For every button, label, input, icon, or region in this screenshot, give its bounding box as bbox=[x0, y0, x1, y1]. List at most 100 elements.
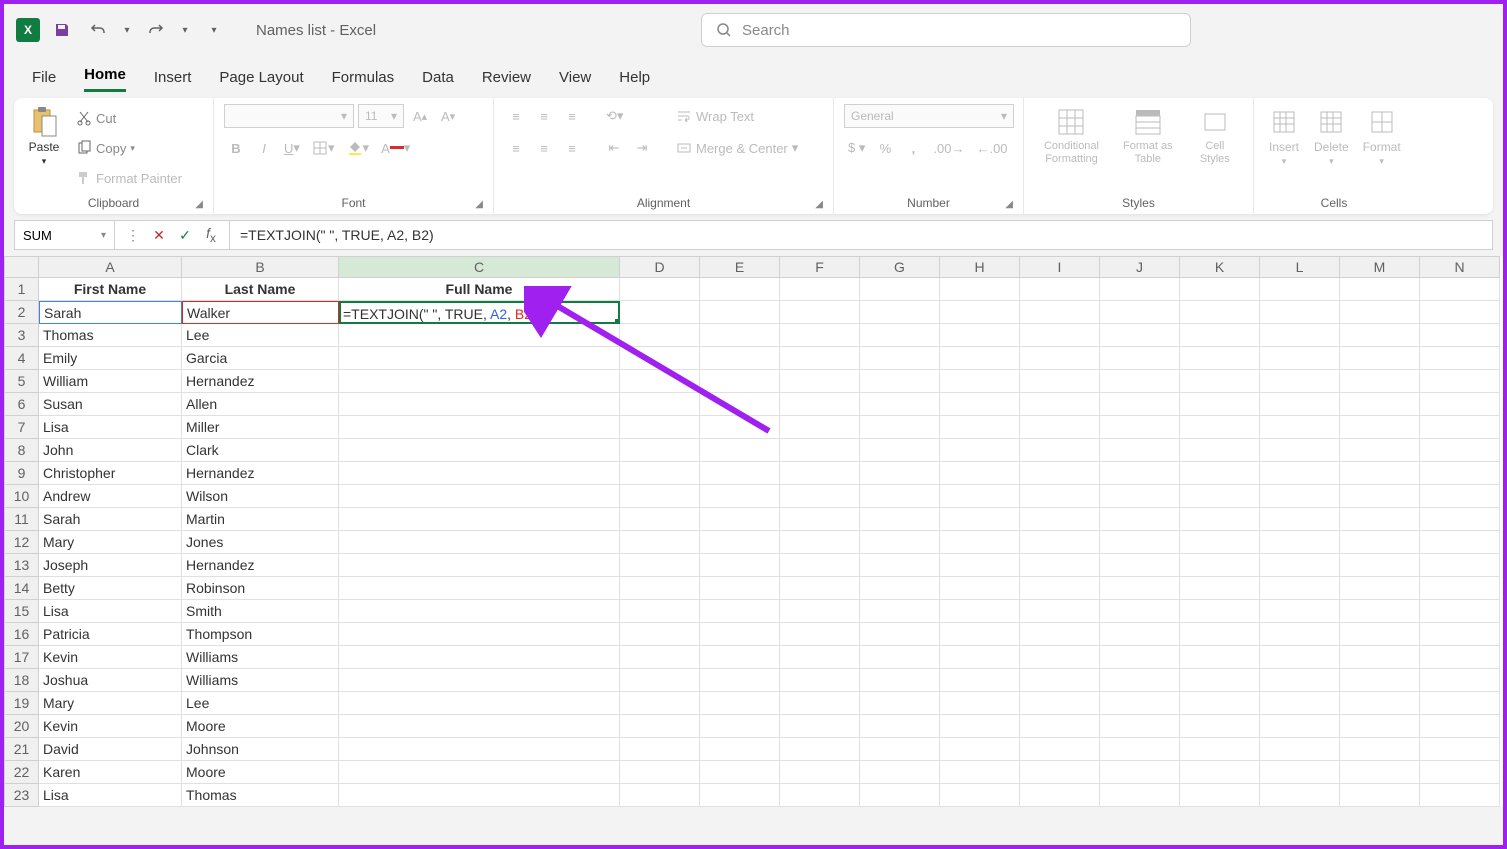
cell-K6[interactable] bbox=[1180, 393, 1260, 416]
row-header[interactable]: 11 bbox=[4, 508, 39, 531]
cell-C2[interactable]: =TEXTJOIN(" ", TRUE, A2, B2) bbox=[339, 301, 620, 324]
cell-J14[interactable] bbox=[1100, 577, 1180, 600]
cell-I21[interactable] bbox=[1020, 738, 1100, 761]
formula-input[interactable]: =TEXTJOIN(" ", TRUE, A2, B2) bbox=[230, 227, 1492, 243]
cell-I20[interactable] bbox=[1020, 715, 1100, 738]
cell-I12[interactable] bbox=[1020, 531, 1100, 554]
cell-C23[interactable] bbox=[339, 784, 620, 807]
align-middle-button[interactable]: ≡ bbox=[532, 104, 556, 128]
cell-B13[interactable]: Hernandez bbox=[182, 554, 339, 577]
tab-file[interactable]: File bbox=[32, 69, 56, 92]
cell-G14[interactable] bbox=[860, 577, 940, 600]
cell-C18[interactable] bbox=[339, 669, 620, 692]
font-name-combo[interactable]: ▾ bbox=[224, 104, 354, 128]
cell-D19[interactable] bbox=[620, 692, 700, 715]
cell-N9[interactable] bbox=[1420, 462, 1500, 485]
col-header-e[interactable]: E bbox=[700, 256, 780, 278]
paste-button[interactable]: Paste ▾ bbox=[24, 104, 64, 169]
cell-G11[interactable] bbox=[860, 508, 940, 531]
cell-L21[interactable] bbox=[1260, 738, 1340, 761]
cell-M9[interactable] bbox=[1340, 462, 1420, 485]
cell-J12[interactable] bbox=[1100, 531, 1180, 554]
cell-G9[interactable] bbox=[860, 462, 940, 485]
cell-J20[interactable] bbox=[1100, 715, 1180, 738]
cell-M7[interactable] bbox=[1340, 416, 1420, 439]
cell-C3[interactable] bbox=[339, 324, 620, 347]
cell-I16[interactable] bbox=[1020, 623, 1100, 646]
cell-H4[interactable] bbox=[940, 347, 1020, 370]
decrease-decimal-button[interactable]: ←.00 bbox=[972, 136, 1011, 160]
cell-I8[interactable] bbox=[1020, 439, 1100, 462]
name-box[interactable]: SUM▾ bbox=[15, 221, 115, 249]
cell-E8[interactable] bbox=[700, 439, 780, 462]
cell-K1[interactable] bbox=[1180, 278, 1260, 301]
accounting-button[interactable]: $ ▾ bbox=[844, 136, 869, 160]
cell-K22[interactable] bbox=[1180, 761, 1260, 784]
tab-help[interactable]: Help bbox=[619, 69, 650, 92]
cell-I3[interactable] bbox=[1020, 324, 1100, 347]
cell-K7[interactable] bbox=[1180, 416, 1260, 439]
col-header-m[interactable]: M bbox=[1340, 256, 1420, 278]
cell-L4[interactable] bbox=[1260, 347, 1340, 370]
cell-E11[interactable] bbox=[700, 508, 780, 531]
cell-B21[interactable]: Johnson bbox=[182, 738, 339, 761]
cell-C21[interactable] bbox=[339, 738, 620, 761]
cell-B6[interactable]: Allen bbox=[182, 393, 339, 416]
cell-G6[interactable] bbox=[860, 393, 940, 416]
cell-J19[interactable] bbox=[1100, 692, 1180, 715]
cell-A3[interactable]: Thomas bbox=[39, 324, 182, 347]
cell-M13[interactable] bbox=[1340, 554, 1420, 577]
cell-A17[interactable]: Kevin bbox=[39, 646, 182, 669]
cell-C13[interactable] bbox=[339, 554, 620, 577]
cell-A21[interactable]: David bbox=[39, 738, 182, 761]
cell-I15[interactable] bbox=[1020, 600, 1100, 623]
cell-G10[interactable] bbox=[860, 485, 940, 508]
row-header[interactable]: 18 bbox=[4, 669, 39, 692]
cell-N23[interactable] bbox=[1420, 784, 1500, 807]
cell-G20[interactable] bbox=[860, 715, 940, 738]
cell-H18[interactable] bbox=[940, 669, 1020, 692]
cell-F11[interactable] bbox=[780, 508, 860, 531]
cell-A23[interactable]: Lisa bbox=[39, 784, 182, 807]
cell-A19[interactable]: Mary bbox=[39, 692, 182, 715]
cell-L13[interactable] bbox=[1260, 554, 1340, 577]
cell-I9[interactable] bbox=[1020, 462, 1100, 485]
clipboard-launcher[interactable]: ◢ bbox=[195, 199, 203, 210]
cell-E9[interactable] bbox=[700, 462, 780, 485]
cell-B11[interactable]: Martin bbox=[182, 508, 339, 531]
tab-review[interactable]: Review bbox=[482, 69, 531, 92]
fill-color-button[interactable]: ▾ bbox=[343, 136, 374, 160]
cell-A14[interactable]: Betty bbox=[39, 577, 182, 600]
cell-N3[interactable] bbox=[1420, 324, 1500, 347]
wrap-text-button[interactable]: Wrap Text bbox=[670, 104, 804, 128]
cell-H7[interactable] bbox=[940, 416, 1020, 439]
search-input[interactable]: Search bbox=[701, 13, 1191, 47]
cell-H6[interactable] bbox=[940, 393, 1020, 416]
cell-H5[interactable] bbox=[940, 370, 1020, 393]
cell-F9[interactable] bbox=[780, 462, 860, 485]
cell-J1[interactable] bbox=[1100, 278, 1180, 301]
cell-D21[interactable] bbox=[620, 738, 700, 761]
cell-L2[interactable] bbox=[1260, 301, 1340, 324]
cell-B16[interactable]: Thompson bbox=[182, 623, 339, 646]
cell-M10[interactable] bbox=[1340, 485, 1420, 508]
cell-L7[interactable] bbox=[1260, 416, 1340, 439]
cell-I5[interactable] bbox=[1020, 370, 1100, 393]
cell-F3[interactable] bbox=[780, 324, 860, 347]
cell-M20[interactable] bbox=[1340, 715, 1420, 738]
cell-B8[interactable]: Clark bbox=[182, 439, 339, 462]
cell-N15[interactable] bbox=[1420, 600, 1500, 623]
cell-L23[interactable] bbox=[1260, 784, 1340, 807]
decrease-indent-button[interactable]: ⇤ bbox=[602, 136, 626, 160]
cell-C7[interactable] bbox=[339, 416, 620, 439]
cell-K14[interactable] bbox=[1180, 577, 1260, 600]
number-launcher[interactable]: ◢ bbox=[1005, 199, 1013, 210]
cell-H15[interactable] bbox=[940, 600, 1020, 623]
cell-F4[interactable] bbox=[780, 347, 860, 370]
cell-B12[interactable]: Jones bbox=[182, 531, 339, 554]
cell-C16[interactable] bbox=[339, 623, 620, 646]
format-as-table-button[interactable]: Format as Table bbox=[1115, 104, 1181, 168]
tab-view[interactable]: View bbox=[559, 69, 591, 92]
cell-M1[interactable] bbox=[1340, 278, 1420, 301]
cell-D4[interactable] bbox=[620, 347, 700, 370]
